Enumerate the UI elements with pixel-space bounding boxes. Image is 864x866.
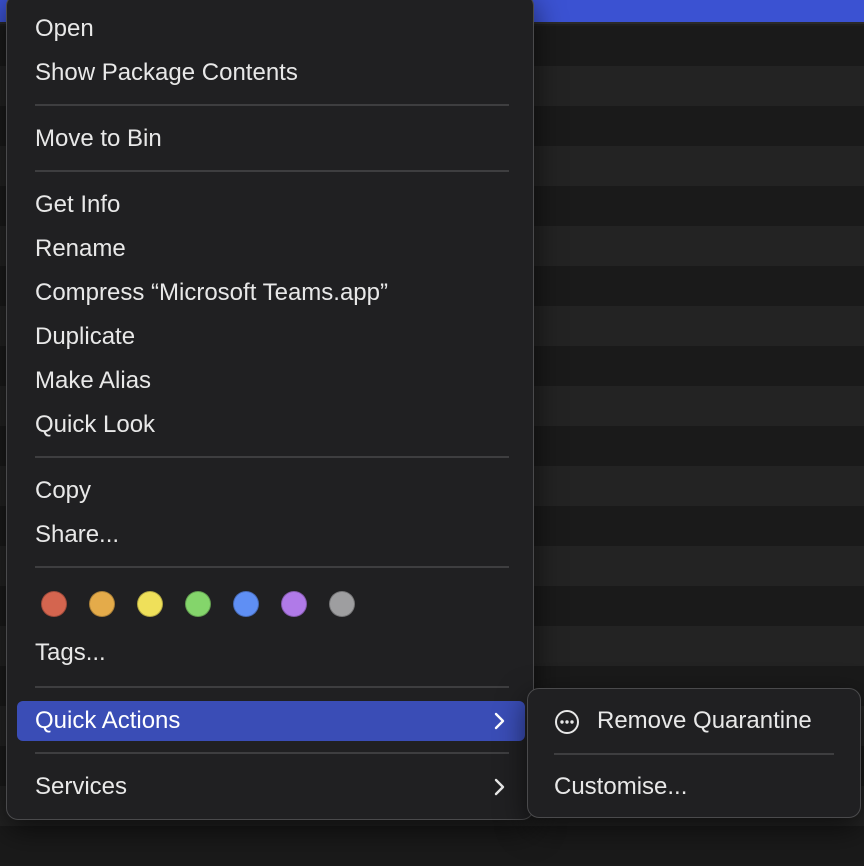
menu-item-rename[interactable]: Rename — [17, 229, 525, 269]
menu-item-get-info[interactable]: Get Info — [17, 185, 525, 225]
menu-item-open[interactable]: Open — [17, 9, 525, 49]
tag-orange-dot[interactable] — [89, 591, 115, 617]
menu-item-make-alias[interactable]: Make Alias — [17, 361, 525, 401]
tag-purple-dot[interactable] — [281, 591, 307, 617]
tag-yellow-dot[interactable] — [137, 591, 163, 617]
chevron-right-icon — [491, 701, 511, 741]
menu-item-label: Move to Bin — [35, 125, 162, 152]
menu-item-services[interactable]: Services — [17, 767, 525, 807]
menu-item-label: Open — [35, 15, 94, 42]
menu-separator — [35, 686, 509, 688]
menu-item-label: Tags... — [35, 639, 106, 666]
menu-item-compress[interactable]: Compress “Microsoft Teams.app” — [17, 273, 525, 313]
menu-item-label: Quick Look — [35, 411, 156, 438]
context-menu: Open Show Package Contents Move to Bin G… — [6, 0, 534, 820]
menu-item-label: Duplicate — [35, 323, 136, 350]
menu-item-label: Rename — [35, 235, 126, 262]
menu-item-label: Show Package Contents — [35, 59, 298, 86]
chevron-right-icon — [491, 767, 511, 807]
menu-item-copy[interactable]: Copy — [17, 471, 525, 511]
menu-separator — [35, 456, 509, 458]
menu-item-tags[interactable]: Tags... — [17, 633, 525, 673]
file-list-row — [0, 826, 864, 866]
menu-item-label: Get Info — [35, 191, 121, 218]
submenu-item-label: Remove Quarantine — [597, 707, 812, 734]
menu-item-label: Services — [35, 773, 128, 800]
menu-item-label: Copy — [35, 477, 92, 504]
submenu-separator — [554, 753, 834, 755]
menu-item-move-to-bin[interactable]: Move to Bin — [17, 119, 525, 159]
menu-item-duplicate[interactable]: Duplicate — [17, 317, 525, 357]
menu-separator — [35, 752, 509, 754]
quick-actions-submenu: Remove Quarantine Customise... — [527, 688, 861, 818]
ellipsis-circle-icon — [554, 708, 580, 734]
menu-separator — [35, 104, 509, 106]
menu-separator — [35, 566, 509, 568]
menu-separator — [35, 170, 509, 172]
menu-item-label: Compress “Microsoft Teams.app” — [35, 279, 388, 306]
tag-gray-dot[interactable] — [329, 591, 355, 617]
menu-item-label: Share... — [35, 521, 120, 548]
submenu-item-customise[interactable]: Customise... — [528, 767, 860, 807]
tag-blue-dot[interactable] — [233, 591, 259, 617]
menu-item-share[interactable]: Share... — [17, 515, 525, 555]
menu-item-label: Make Alias — [35, 367, 152, 394]
menu-item-show-package-contents[interactable]: Show Package Contents — [17, 53, 525, 93]
submenu-item-label: Customise... — [554, 773, 688, 800]
submenu-item-remove-quarantine[interactable]: Remove Quarantine — [528, 701, 860, 741]
menu-item-quick-look[interactable]: Quick Look — [17, 405, 525, 445]
tag-green-dot[interactable] — [185, 591, 211, 617]
menu-item-quick-actions[interactable]: Quick Actions — [17, 701, 525, 741]
tag-red-dot[interactable] — [41, 591, 67, 617]
menu-item-label: Quick Actions — [35, 707, 181, 734]
